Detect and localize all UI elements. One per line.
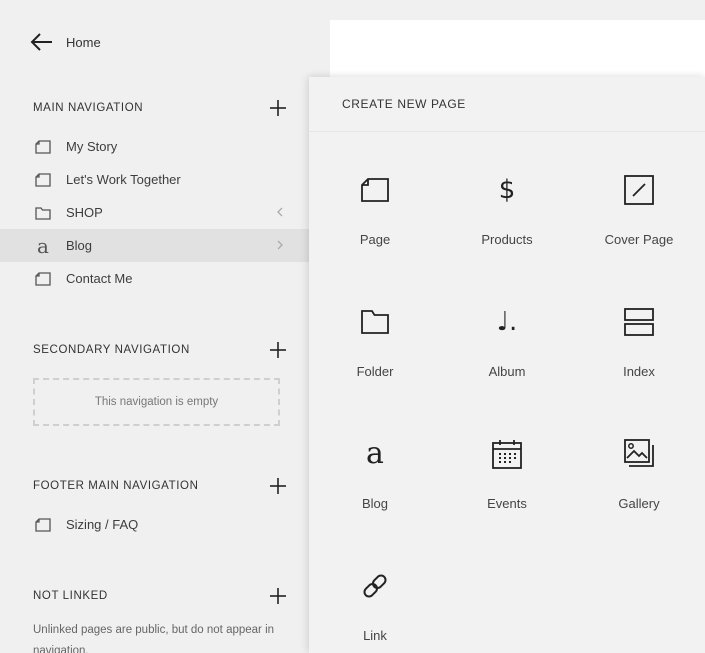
secondary-navigation-header: SECONDARY NAVIGATION [33,339,287,361]
arrow-left-icon [30,33,52,51]
index-icon [623,306,655,338]
footer-navigation-list: Sizing / FAQ [0,508,310,541]
not-linked-title: NOT LINKED [33,590,108,602]
page-type-events[interactable]: Events [441,438,573,548]
secondary-navigation-title: SECONDARY NAVIGATION [33,344,190,356]
page-type-label: Blog [361,496,389,511]
page-type-blog[interactable]: a Blog [309,438,441,548]
main-navigation-title: MAIN NAVIGATION [33,102,144,114]
page-type-page[interactable]: Page [309,174,441,284]
add-secondary-navigation-plus-icon[interactable] [269,341,287,359]
chevron-right-icon[interactable] [273,238,287,252]
page-type-link[interactable]: Link [309,570,441,653]
page-type-album[interactable]: ♩. Album [441,306,573,416]
footer-navigation-header: FOOTER MAIN NAVIGATION [33,475,287,497]
page-type-label: Album [488,364,526,379]
panel-header: CREATE NEW PAGE [309,77,705,132]
page-type-label: Link [363,628,387,643]
sidebar: Home MAIN NAVIGATION My Story Let's Work… [0,0,310,653]
page-type-label: Folder [356,364,394,379]
main-navigation-list: My Story Let's Work Together SHOP a Blog [0,130,310,295]
main-navigation-header: MAIN NAVIGATION [33,97,287,119]
nav-item-label: Contact Me [66,271,133,286]
page-type-label: Cover Page [604,232,674,247]
nav-item-my-story[interactable]: My Story [0,130,310,163]
cover-page-icon [623,174,655,206]
not-linked-note: Unlinked pages are public, but do not ap… [33,624,275,653]
add-not-linked-plus-icon[interactable] [269,587,287,605]
footer-navigation-title: FOOTER MAIN NAVIGATION [33,480,199,492]
nav-item-label: Let's Work Together [66,172,181,187]
page-type-products[interactable]: $ Products [441,174,573,284]
blog-icon: a [37,233,49,258]
nav-item-lets-work-together[interactable]: Let's Work Together [0,163,310,196]
folder-icon [359,306,391,338]
nav-item-label: Sizing / FAQ [66,517,139,532]
empty-navigation-text: This navigation is empty [94,396,219,408]
page-icon [34,138,52,156]
dollar-icon: $ [498,175,516,205]
page-type-gallery[interactable]: Gallery [573,438,705,548]
page-type-label: Index [623,364,655,379]
nav-item-label: SHOP [66,205,103,220]
page-icon [359,174,391,206]
home-label: Home [66,34,101,50]
nav-item-contact-me[interactable]: Contact Me [0,262,310,295]
page-type-label: Products [481,232,533,247]
calendar-icon [491,438,523,470]
page-type-folder[interactable]: Folder [309,306,441,416]
music-note-icon: ♩. [496,307,518,337]
page-type-label: Events [487,496,527,511]
page-icon [34,270,52,288]
page-type-index[interactable]: Index [573,306,705,416]
create-new-page-panel: CREATE NEW PAGE Page $ Products Cover Pa… [309,77,705,653]
link-icon [359,570,391,602]
page-type-label: Gallery [618,496,660,511]
nav-item-blog[interactable]: a Blog [0,229,310,262]
page-type-label: Page [359,232,391,247]
chevron-left-icon[interactable] [273,205,287,219]
panel-title: CREATE NEW PAGE [342,97,466,111]
nav-item-sizing-faq[interactable]: Sizing / FAQ [0,508,310,541]
not-linked-header: NOT LINKED [33,585,287,607]
page-icon [34,516,52,534]
page-icon [34,171,52,189]
nav-item-label: My Story [66,139,118,154]
page-type-cover-page[interactable]: Cover Page [573,174,705,284]
secondary-navigation-empty-dropzone: This navigation is empty [33,378,280,426]
nav-item-shop[interactable]: SHOP [0,196,310,229]
nav-item-label: Blog [66,238,93,253]
add-main-navigation-plus-icon[interactable] [269,99,287,117]
folder-icon [34,204,52,222]
blog-icon: a [366,436,384,471]
add-footer-navigation-plus-icon[interactable] [269,477,287,495]
home-link[interactable]: Home [28,28,101,56]
gallery-icon [623,438,655,470]
